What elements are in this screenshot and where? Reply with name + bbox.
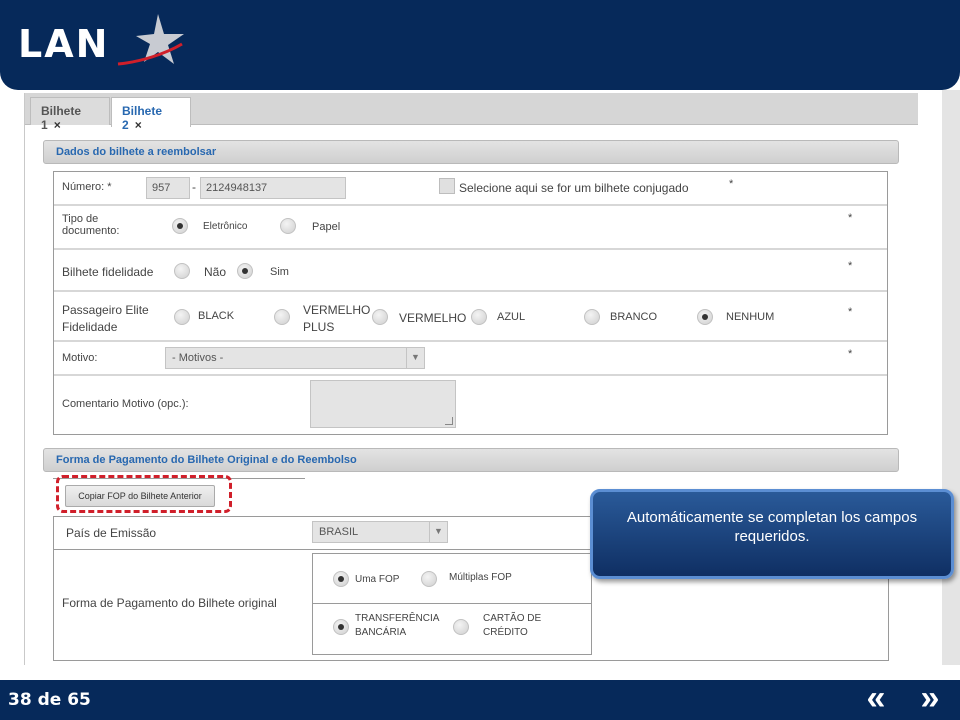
papel-label: Papel <box>312 221 341 233</box>
motivo-select[interactable]: - Motivos - ▼ <box>165 347 425 369</box>
prev-page-button[interactable]: « <box>856 681 896 716</box>
lan-logo: LAN <box>18 22 110 66</box>
radio-branco[interactable] <box>584 309 600 325</box>
conjugado-checkbox[interactable] <box>439 178 455 194</box>
elite-label: Passageiro Elite Fidelidade <box>62 303 149 334</box>
row-tipo-documento: Tipo de documento: Eletrônico Papel * <box>54 206 887 250</box>
row-numero: Número: * 957 - 2124948137 Selecione aqu… <box>54 172 887 206</box>
close-icon[interactable]: × <box>135 118 142 132</box>
chevron-down-icon: ▼ <box>429 522 447 542</box>
nenhum-label: NENHUM <box>726 311 775 323</box>
required-mark: * <box>848 260 853 272</box>
radio-papel[interactable] <box>280 218 296 234</box>
next-page-button[interactable]: » <box>910 681 950 716</box>
row-elite: Passageiro Elite Fidelidade BLACK VERMEL… <box>54 292 887 342</box>
cartao-label: CARTÃO DE CRÉDITO <box>483 613 542 638</box>
radio-multiplas-fop[interactable] <box>421 571 437 587</box>
vermelho-plus-label: VERMELHO PLUS <box>303 303 371 334</box>
radio-sim[interactable] <box>237 263 253 279</box>
section-title-dados: Dados do bilhete a reembolsar <box>43 140 899 164</box>
tab-bilhete-1[interactable]: Bilhete 1 × <box>30 97 110 132</box>
radio-nenhum[interactable] <box>697 309 713 325</box>
row-fidelidade: Bilhete fidelidade Não Sim * <box>54 250 887 292</box>
fop-options-box: Uma FOP Múltiplas FOP TRANSFERÊNCIA BANC… <box>312 553 592 655</box>
close-icon[interactable]: × <box>54 118 61 132</box>
info-tooltip: Automáticamente se completan los campos … <box>590 489 954 579</box>
radio-vermelho-plus[interactable] <box>274 309 290 325</box>
motivo-label: Motivo: <box>62 352 98 364</box>
tipo-documento-label: Tipo de documento: <box>62 213 120 237</box>
header-bar: LAN <box>0 0 960 90</box>
eletronico-label: Eletrônico <box>203 221 248 232</box>
radio-uma-fop[interactable] <box>333 571 349 587</box>
fop-label: Forma de Pagamento do Bilhete original <box>62 596 277 610</box>
tab-label: Bilhete 2 <box>122 104 163 132</box>
fidelidade-label: Bilhete fidelidade <box>62 265 154 279</box>
comentario-label: Comentario Motivo (opc.): <box>62 398 189 410</box>
nao-label: Não <box>204 265 227 279</box>
radio-azul[interactable] <box>471 309 487 325</box>
azul-label: AZUL <box>497 311 526 323</box>
required-mark: * <box>848 306 853 318</box>
resize-handle-icon[interactable] <box>445 417 453 425</box>
star-logo-icon <box>117 14 184 66</box>
motivo-value: - Motivos - <box>172 352 224 364</box>
row-motivo: Motivo: - Motivos - ▼ * <box>54 342 887 376</box>
ticket-prefix-input[interactable]: 957 <box>146 177 190 199</box>
black-label: BLACK <box>198 310 235 322</box>
radio-transferencia[interactable] <box>333 619 349 635</box>
highlight-frame <box>56 475 232 513</box>
sim-label: Sim <box>270 266 289 278</box>
required-mark: * <box>848 348 853 360</box>
vermelho-label: VERMELHO <box>399 311 467 325</box>
comentario-textarea[interactable] <box>310 380 456 428</box>
radio-cartao[interactable] <box>453 619 469 635</box>
transferencia-label: TRANSFERÊNCIA BANCÁRIA <box>355 613 439 638</box>
pais-label: País de Emissão <box>66 526 157 540</box>
form-frame: Bilhete 1 × Bilhete 2 × Dados do bilhete a… <box>24 93 918 665</box>
radio-vermelho[interactable] <box>372 309 388 325</box>
section-title-pagamento: Forma de Pagamento do Bilhete Original e… <box>43 448 899 472</box>
tab-label: Bilhete 1 <box>41 104 82 132</box>
radio-nao[interactable] <box>174 263 190 279</box>
pais-select[interactable]: BRASIL ▼ <box>312 521 448 543</box>
pais-value: BRASIL <box>319 526 359 538</box>
conjugado-label: Selecione aqui se for um bilhete conjuga… <box>459 181 689 195</box>
branco-label: BRANCO <box>610 311 658 323</box>
tab-bilhete-2[interactable]: Bilhete 2 × <box>111 97 191 132</box>
page-counter: 38 de 65 <box>8 690 91 710</box>
radio-eletronico[interactable] <box>172 218 188 234</box>
radio-black[interactable] <box>174 309 190 325</box>
multiplas-fop-label: Múltiplas FOP <box>449 572 512 583</box>
row-comentario: Comentario Motivo (opc.): <box>54 376 887 434</box>
numero-label: Número: * <box>62 181 112 193</box>
footer-bar <box>0 680 960 720</box>
tab-bar: Bilhete 1 × Bilhete 2 × <box>25 93 918 132</box>
uma-fop-label: Uma FOP <box>355 574 400 585</box>
chevron-down-icon: ▼ <box>406 348 424 368</box>
dash-separator: - <box>192 180 196 194</box>
ticket-number-input[interactable]: 2124948137 <box>200 177 346 199</box>
required-mark: * <box>729 178 734 190</box>
ticket-data-box: Número: * 957 - 2124948137 Selecione aqu… <box>53 171 888 435</box>
required-mark: * <box>848 212 853 224</box>
